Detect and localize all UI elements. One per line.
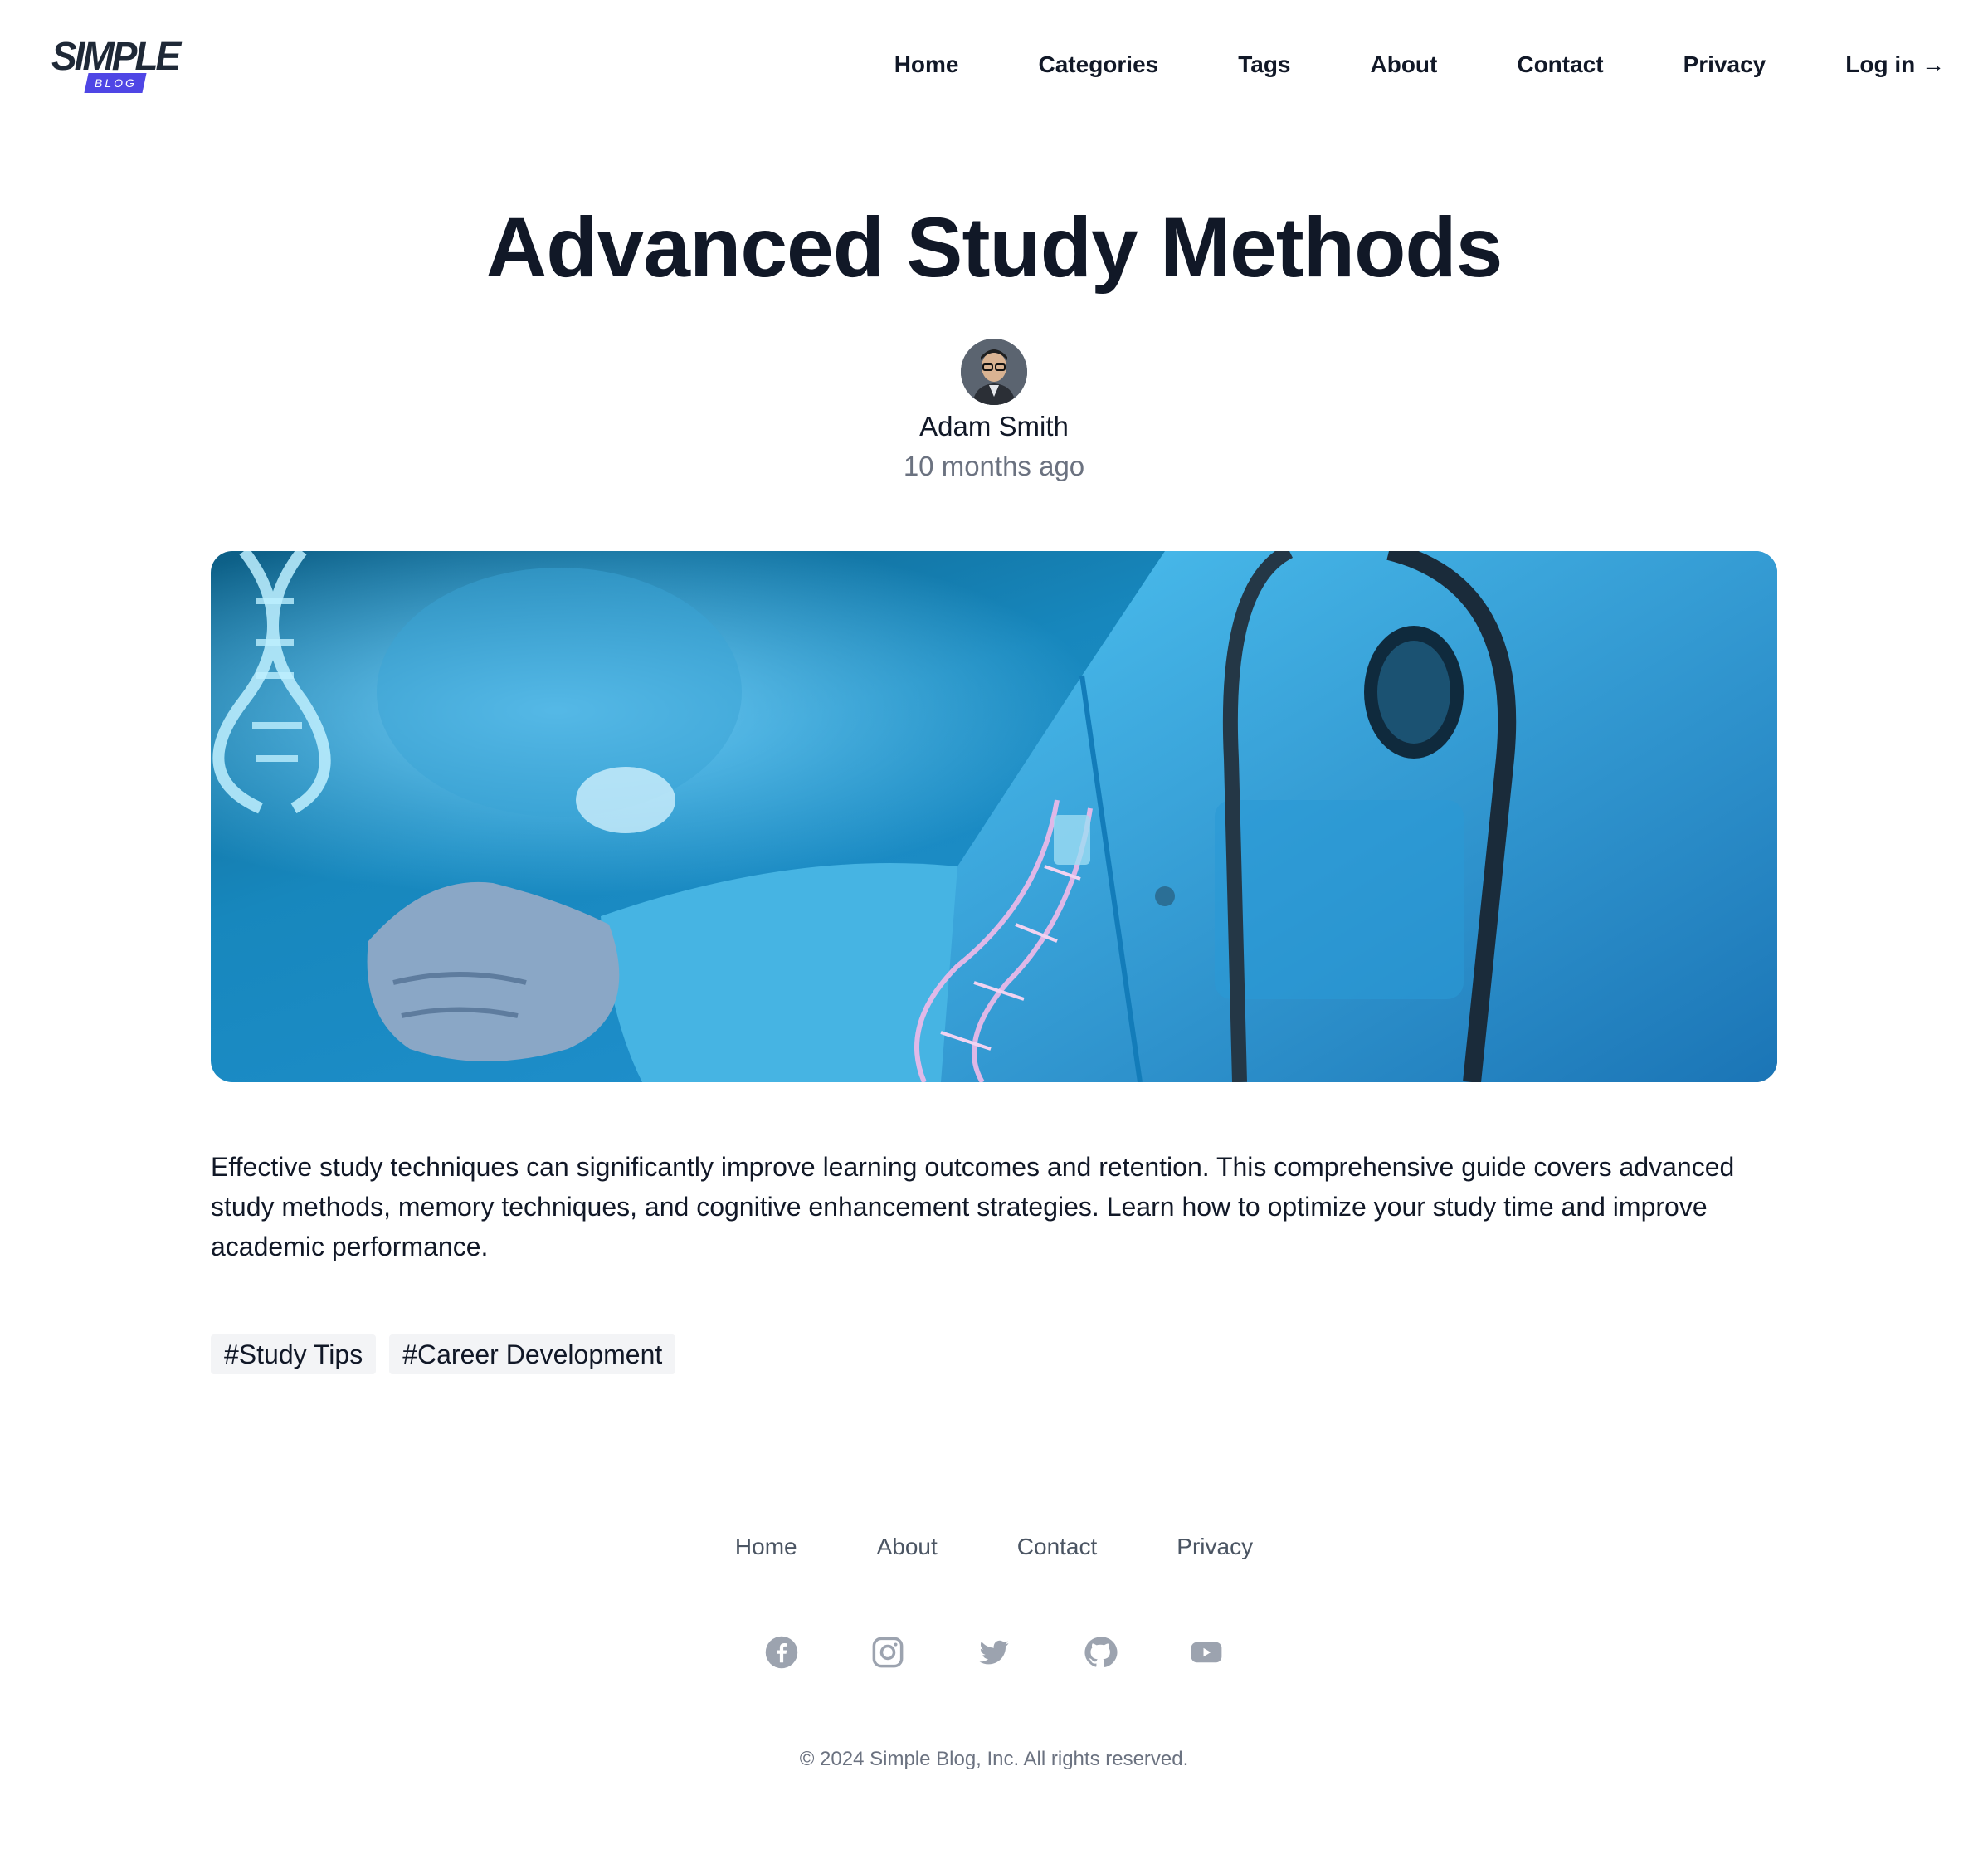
- footer-nav: Home About Contact Privacy: [0, 1530, 1988, 1564]
- nav-tags[interactable]: Tags: [1238, 48, 1290, 81]
- hero-illustration: [211, 551, 1777, 1082]
- nav-home[interactable]: Home: [894, 48, 959, 81]
- footer-link-about[interactable]: About: [877, 1530, 938, 1564]
- footer-link-home[interactable]: Home: [735, 1530, 797, 1564]
- nav-contact[interactable]: Contact: [1517, 48, 1603, 81]
- author-name[interactable]: Adam Smith: [0, 408, 1988, 445]
- footer-link-privacy[interactable]: Privacy: [1177, 1530, 1253, 1564]
- nav-privacy[interactable]: Privacy: [1683, 48, 1766, 81]
- copyright-notice: © 2024 Simple Blog, Inc. All rights rese…: [799, 1748, 1189, 1770]
- nav-categories[interactable]: Categories: [1039, 48, 1159, 81]
- post-date: 10 months ago: [903, 451, 1085, 481]
- tag-list: #Study Tips #Career Development: [211, 1334, 676, 1374]
- github-icon[interactable]: [1083, 1635, 1118, 1670]
- main-nav: Home Categories Tags About Contact Priva…: [894, 48, 1945, 81]
- page: SIMPLE BLOG Home Categories Tags About C…: [0, 0, 1988, 1854]
- logo-word: SIMPLE: [51, 32, 181, 79]
- site-logo[interactable]: SIMPLE BLOG: [51, 36, 181, 96]
- post-title: Advanced Study Methods: [485, 200, 1503, 295]
- author-avatar: [961, 339, 1027, 405]
- instagram-icon[interactable]: [870, 1635, 905, 1670]
- logo-badge-label: BLOG: [94, 76, 137, 90]
- youtube-icon[interactable]: [1189, 1635, 1224, 1670]
- post-hero-image: [211, 551, 1777, 1082]
- facebook-icon[interactable]: [764, 1635, 799, 1670]
- tag-study-tips[interactable]: #Study Tips: [211, 1334, 377, 1374]
- tag-career-development[interactable]: #Career Development: [389, 1334, 676, 1374]
- nav-about[interactable]: About: [1371, 48, 1438, 81]
- avatar-portrait: [961, 339, 1027, 405]
- twitter-icon[interactable]: [977, 1635, 1011, 1670]
- logo-badge: BLOG: [84, 73, 147, 93]
- social-links: [0, 1635, 1988, 1670]
- post-body: Effective study techniques can significa…: [211, 1152, 1735, 1261]
- login-link[interactable]: Log in →: [1845, 48, 1945, 81]
- footer-link-contact[interactable]: Contact: [1017, 1530, 1098, 1564]
